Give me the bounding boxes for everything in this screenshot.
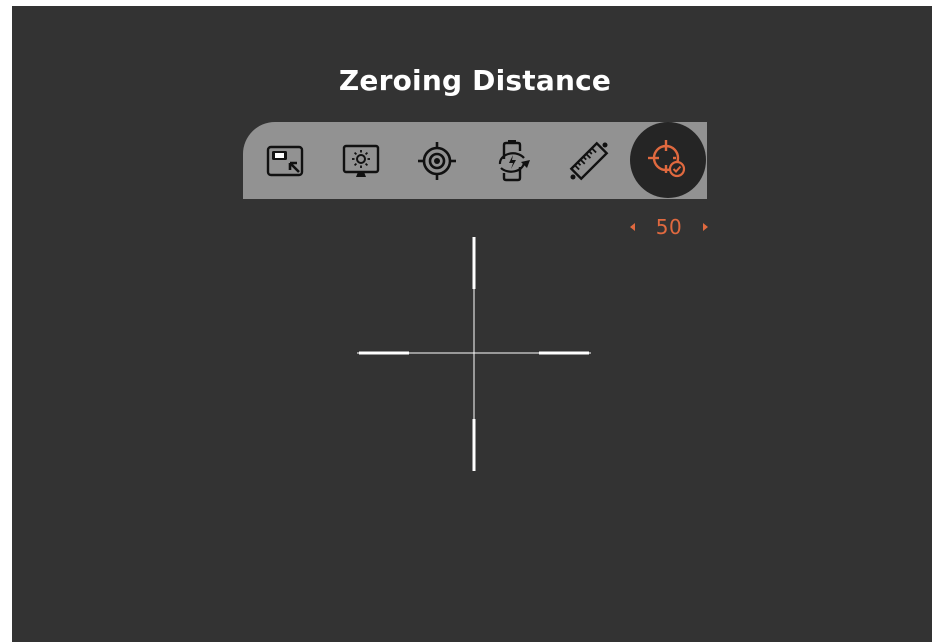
menu-item-reticle[interactable] [399,122,475,199]
menu-item-range-finder[interactable] [551,122,627,199]
active-item-highlight [630,121,706,198]
menu-item-power-saving[interactable] [475,122,551,199]
decrease-arrow-icon[interactable] [630,223,635,231]
zeroing-value-selector[interactable]: 50 [624,212,714,242]
device-screen: Zeroing Distance 50 [12,6,932,642]
menu-item-zeroing-distance[interactable] [629,121,707,198]
pip-icon [266,145,304,176]
page-title: Zeroing Distance [338,64,612,97]
reticle-post-left [359,351,409,355]
reticle-post-top [472,237,476,289]
crosshair-check-icon [648,139,686,177]
menu-item-picture-in-picture[interactable] [247,122,323,199]
zeroing-distance-value: 50 [655,215,683,239]
brightness-icon [342,144,380,177]
crosshair-reticle [357,237,591,471]
battery-charge-icon [498,139,530,181]
increase-arrow-icon[interactable] [702,223,708,231]
menu-bar [243,121,707,199]
menu-item-display-brightness[interactable] [323,122,399,199]
ruler-icon [569,141,609,180]
reticle-target-icon [418,141,456,180]
reticle-post-bottom [472,419,476,471]
reticle-post-right [539,351,589,355]
